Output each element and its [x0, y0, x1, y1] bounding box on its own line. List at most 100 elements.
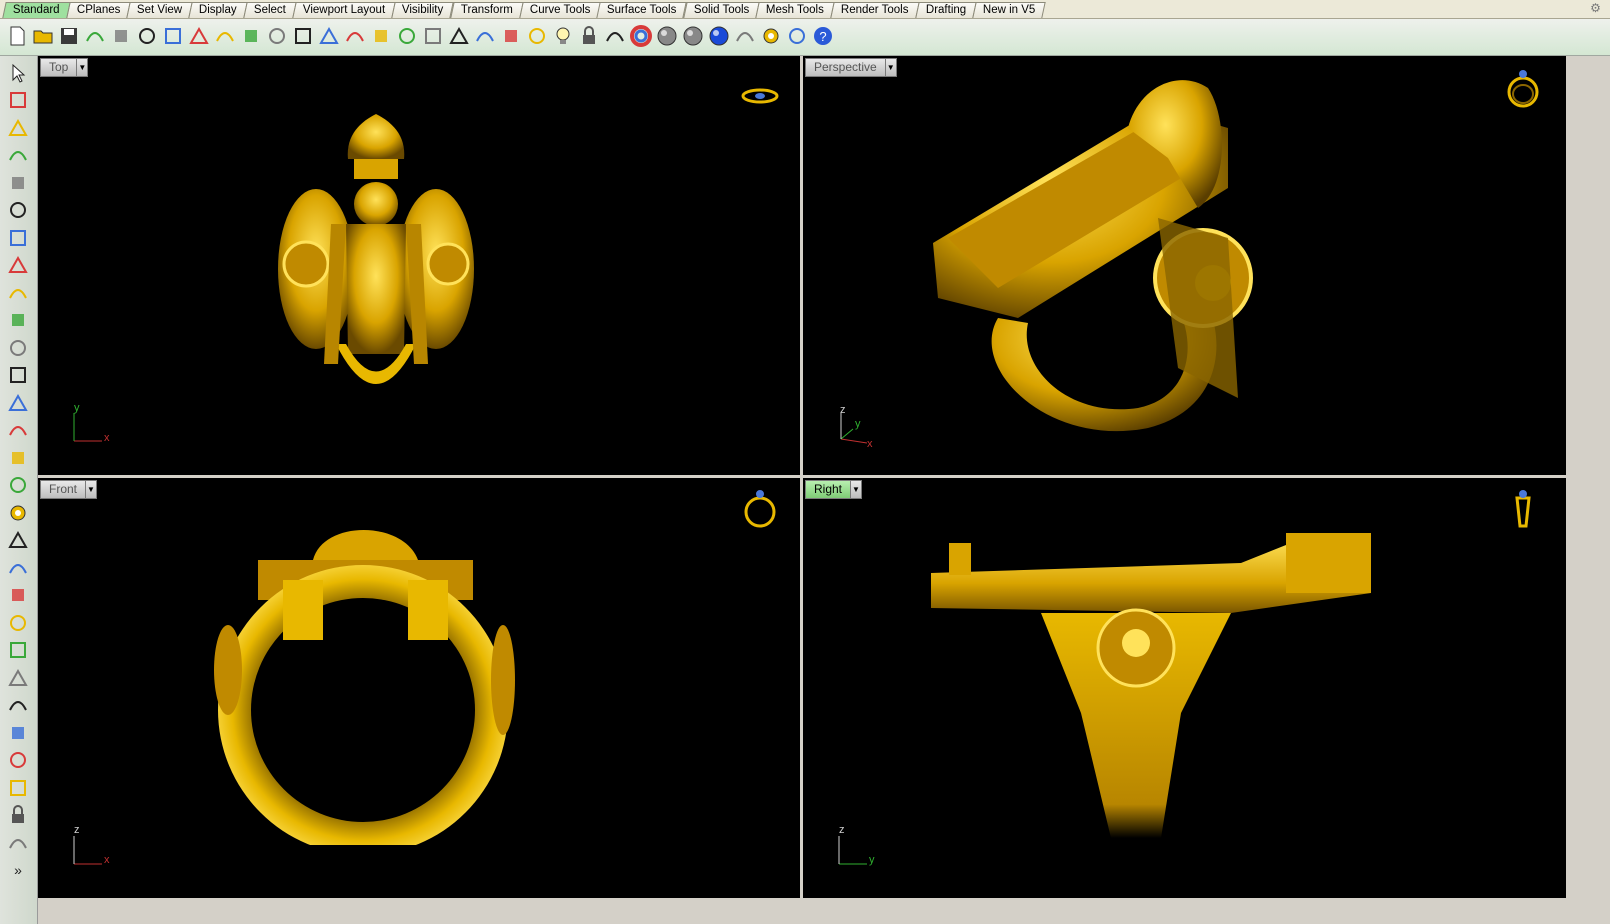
shaded-sphere-icon[interactable]	[654, 22, 680, 50]
cylinder-icon[interactable]	[5, 445, 31, 470]
transform-icon[interactable]	[5, 528, 31, 553]
viewport-title-perspective[interactable]: Perspective ▼	[805, 58, 897, 77]
circle-icon[interactable]	[5, 170, 31, 195]
pan-hand-icon[interactable]	[238, 22, 264, 50]
viewport-menu-arrow-icon[interactable]: ▼	[77, 58, 89, 77]
ring-navigation-icon[interactable]	[740, 488, 780, 528]
point-icon[interactable]	[5, 88, 31, 113]
viewport-menu-arrow-icon[interactable]: ▼	[885, 58, 897, 77]
fillet-icon[interactable]	[5, 308, 31, 333]
zoom-selected-icon[interactable]	[368, 22, 394, 50]
tab-new-in-v5[interactable]: New in V5	[972, 2, 1046, 18]
tab-transform[interactable]: Transform	[449, 2, 524, 18]
ring-navigation-icon[interactable]	[740, 76, 780, 116]
box-icon[interactable]	[5, 390, 31, 415]
car-icon[interactable]	[446, 22, 472, 50]
split-icon[interactable]	[5, 583, 31, 608]
move-view-icon[interactable]	[264, 22, 290, 50]
ring-model-top-view	[278, 114, 474, 384]
boolean-icon[interactable]	[5, 418, 31, 443]
ellipse-icon[interactable]	[5, 198, 31, 223]
blue-sphere-icon[interactable]	[706, 22, 732, 50]
tab-curve-tools[interactable]: Curve Tools	[518, 2, 601, 18]
grid-icon[interactable]	[472, 22, 498, 50]
color-wheel-icon[interactable]	[628, 22, 654, 50]
undo-icon[interactable]	[212, 22, 238, 50]
offset-icon[interactable]	[5, 693, 31, 718]
options-gear-icon[interactable]	[758, 22, 784, 50]
save-icon[interactable]	[56, 22, 82, 50]
viewport-label[interactable]: Top	[40, 58, 78, 77]
select-arrow-icon[interactable]	[5, 60, 31, 85]
render-box-icon[interactable]	[5, 830, 31, 855]
viewport-label[interactable]: Perspective	[805, 58, 886, 77]
tab-display[interactable]: Display	[188, 2, 248, 18]
dimension-icon[interactable]	[784, 22, 810, 50]
tab-settings-icon[interactable]: ⚙	[1589, 2, 1602, 15]
open-folder-icon[interactable]	[30, 22, 56, 50]
tab-visibility[interactable]: Visibility	[391, 2, 455, 18]
array-icon[interactable]	[5, 775, 31, 800]
viewport-label[interactable]: Front	[40, 480, 87, 499]
polyline-icon[interactable]	[5, 115, 31, 140]
tab-set-view[interactable]: Set View	[126, 2, 194, 18]
light-bulb-icon[interactable]	[550, 22, 576, 50]
curve-icon[interactable]	[5, 143, 31, 168]
new-file-icon[interactable]	[4, 22, 30, 50]
viewport-title-top[interactable]: Top ▼	[40, 58, 89, 77]
expand-chevron-icon[interactable]: »	[5, 858, 31, 883]
zoom-icon[interactable]	[290, 22, 316, 50]
tab-drafting[interactable]: Drafting	[914, 2, 977, 18]
block-icon[interactable]	[5, 803, 31, 828]
print-icon[interactable]	[82, 22, 108, 50]
viewport-front[interactable]: Front ▼ x z	[38, 478, 800, 898]
snap-icon[interactable]	[498, 22, 524, 50]
rectangle-icon[interactable]	[5, 253, 31, 278]
viewport-title-right[interactable]: Right ▼	[805, 480, 863, 499]
viewport-title-front[interactable]: Front ▼	[40, 480, 98, 499]
mesh-icon[interactable]	[5, 473, 31, 498]
group-icon[interactable]	[5, 638, 31, 663]
viewport-perspective[interactable]: Perspective ▼ x y z	[803, 56, 1566, 475]
ring-navigation-icon[interactable]	[1503, 488, 1543, 528]
tab-render-tools[interactable]: Render Tools	[830, 2, 920, 18]
rendered-sphere-icon[interactable]	[680, 22, 706, 50]
zoom-window-icon[interactable]	[316, 22, 342, 50]
ring-navigation-icon[interactable]	[1503, 68, 1543, 108]
standard-toolbar: ?	[0, 19, 1610, 56]
tab-solid-tools[interactable]: Solid Tools	[682, 2, 760, 18]
help-icon[interactable]: ?	[810, 22, 836, 50]
viewport-menu-arrow-icon[interactable]: ▼	[851, 480, 863, 499]
gear-analyze-icon[interactable]	[5, 500, 31, 525]
viewport-label[interactable]: Right	[805, 480, 852, 499]
cut-icon[interactable]	[134, 22, 160, 50]
tab-select[interactable]: Select	[243, 2, 297, 18]
tab-surface-tools[interactable]: Surface Tools	[596, 2, 688, 18]
copy-icon[interactable]	[160, 22, 186, 50]
rotate-view-icon[interactable]	[394, 22, 420, 50]
import-icon[interactable]	[108, 22, 134, 50]
extrude-icon[interactable]	[5, 363, 31, 388]
viewport-menu-arrow-icon[interactable]: ▼	[86, 480, 98, 499]
arc-icon[interactable]	[5, 225, 31, 250]
tab-standard[interactable]: Standard	[2, 2, 71, 18]
dim-icon[interactable]	[5, 748, 31, 773]
solid-tools-icon[interactable]	[5, 610, 31, 635]
tab-mesh-tools[interactable]: Mesh Tools	[755, 2, 835, 18]
layers-icon[interactable]	[524, 22, 550, 50]
viewport-right[interactable]: Right ▼ y z	[803, 478, 1566, 898]
four-viewports-icon[interactable]	[420, 22, 446, 50]
polygon-icon[interactable]	[5, 280, 31, 305]
edit-points-icon[interactable]	[5, 555, 31, 580]
paste-icon[interactable]	[186, 22, 212, 50]
curve-from-object-icon[interactable]	[5, 665, 31, 690]
zoom-extents-icon[interactable]	[342, 22, 368, 50]
tab-viewport-layout[interactable]: Viewport Layout	[292, 2, 396, 18]
lock-icon[interactable]	[576, 22, 602, 50]
surface-icon[interactable]	[5, 335, 31, 360]
tab-cplanes[interactable]: CPlanes	[65, 2, 131, 18]
pen-icon[interactable]	[732, 22, 758, 50]
material-icon[interactable]	[602, 22, 628, 50]
viewport-top[interactable]: Top ▼ x y	[38, 56, 800, 475]
text-icon[interactable]	[5, 720, 31, 745]
